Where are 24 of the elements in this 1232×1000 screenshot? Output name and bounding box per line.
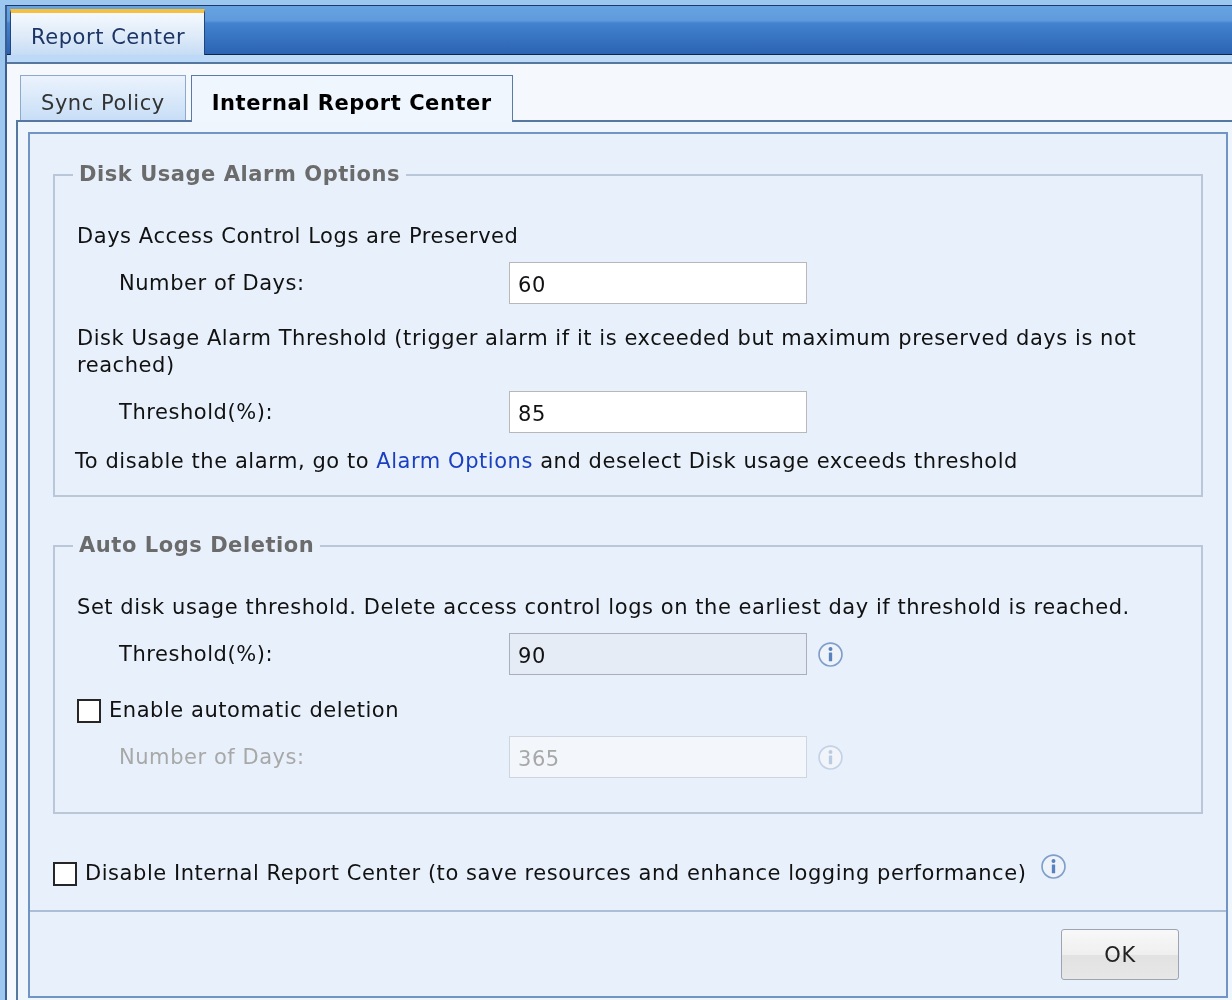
input-field[interactable]: 60 (509, 262, 807, 304)
ok-button[interactable]: OK (1061, 929, 1179, 980)
field-label: Number of Days: (119, 269, 306, 297)
info-icon[interactable] (1041, 854, 1067, 879)
group-title: Disk Usage Alarm Options (78, 161, 402, 188)
alarm-options-link[interactable]: Alarm Options (376, 449, 533, 473)
group-title: Auto Logs Deletion (78, 532, 316, 559)
checkbox[interactable] (77, 698, 101, 723)
info-icon[interactable] (818, 641, 843, 667)
hint-text: To disable the alarm, go to Alarm Options and deselect Disk usage exceeds threshold (75, 448, 1019, 475)
field-label: Number of Days: (119, 743, 306, 771)
description-text: Disk Usage Alarm Threshold (trigger alarm if it is exceeded but maximum preserved days is not reached) (77, 325, 1138, 379)
description-text: Set disk usage threshold. Delete access control logs on the earliest day if threshold is reached. (77, 594, 1131, 621)
field-label: Threshold(%): (119, 398, 275, 426)
field-label: Threshold(%): (119, 640, 275, 668)
window-tab[interactable]: Report Center (10, 9, 206, 55)
input-field[interactable]: 85 (509, 391, 807, 433)
tab[interactable]: Internal Report Center (190, 75, 513, 122)
input-field[interactable]: 90 (509, 633, 807, 675)
checkbox[interactable] (53, 861, 77, 886)
tab[interactable]: Sync Policy (20, 75, 186, 120)
checkbox-label: Disable Internal Report Center (to save resources and enhance logging performance) (85, 860, 1027, 887)
description-text: Days Access Control Logs are Preserved (77, 223, 520, 250)
checkbox-label: Enable automatic deletion (109, 697, 400, 724)
